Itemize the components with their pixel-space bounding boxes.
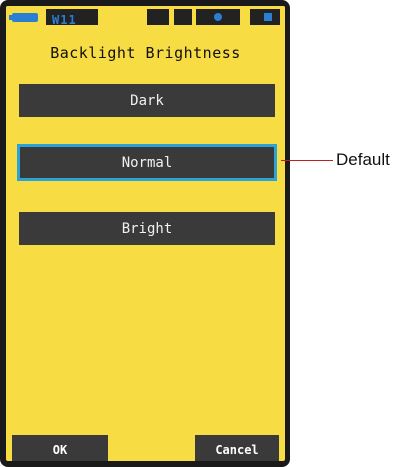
cancel-button[interactable]: Cancel	[195, 435, 279, 461]
status-block-3	[196, 9, 240, 25]
status-mode-block: W11	[46, 9, 98, 27]
page-title: Backlight Brightness	[50, 44, 241, 62]
default-callout-label: Default	[336, 150, 390, 169]
option-bright-label: Bright	[121, 220, 173, 237]
small-square-icon	[264, 13, 272, 21]
status-block-2	[174, 9, 192, 25]
status-bar: W11	[6, 6, 285, 29]
ok-button-label: OK	[52, 443, 68, 457]
status-block-1	[147, 9, 169, 25]
option-bright[interactable]: Bright	[19, 212, 275, 245]
status-mode-text: W11	[52, 13, 77, 27]
status-block-4	[250, 9, 280, 25]
option-normal[interactable]: Normal	[17, 144, 277, 181]
device-screen: W11 Backlight Brightness Dark Normal Bri…	[6, 6, 285, 461]
option-dark[interactable]: Dark	[19, 84, 275, 117]
cancel-button-label: Cancel	[215, 443, 259, 457]
option-dark-label: Dark	[130, 92, 164, 109]
ok-button[interactable]: OK	[12, 435, 108, 461]
device-frame: W11 Backlight Brightness Dark Normal Bri…	[0, 0, 290, 467]
option-normal-label: Normal	[121, 154, 173, 171]
default-callout-line	[281, 160, 333, 161]
battery-icon	[9, 13, 38, 22]
indicator-dot-icon	[214, 13, 222, 21]
